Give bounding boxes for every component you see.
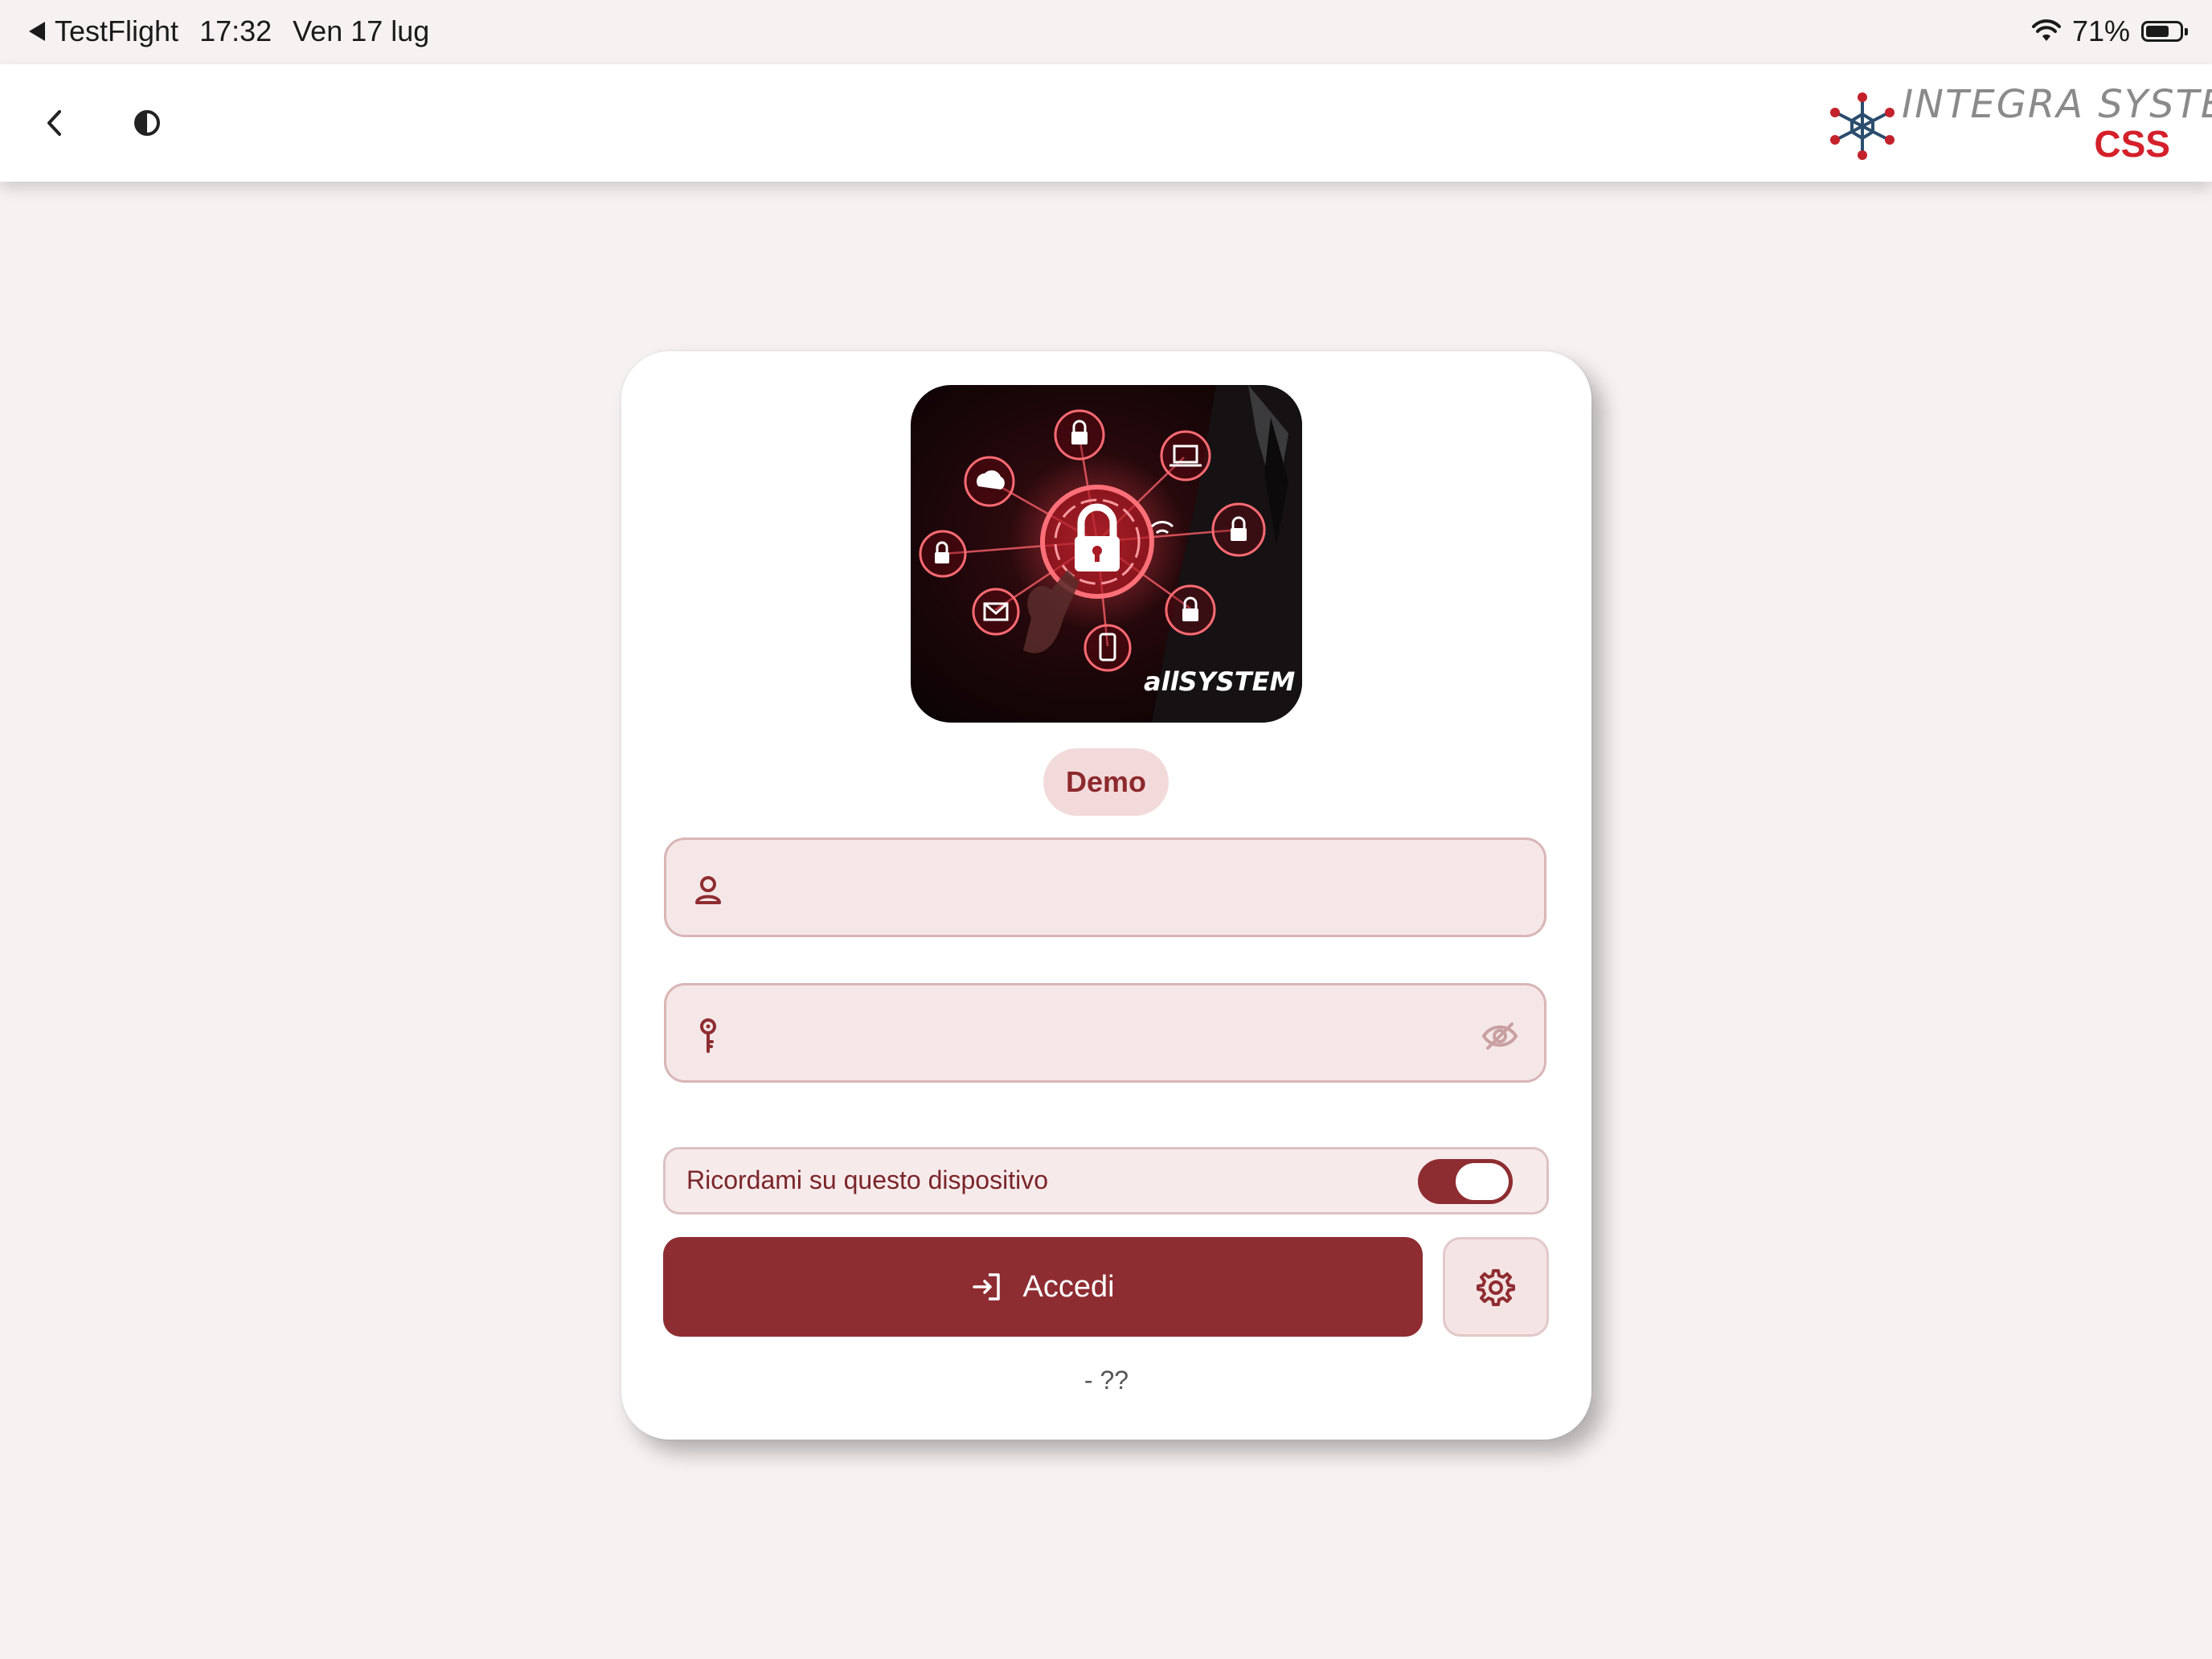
login-button[interactable]: Accedi — [663, 1237, 1423, 1337]
version-text: - ?? — [1083, 1366, 1129, 1395]
hero-brand-text: allSYSTEM — [1144, 666, 1295, 697]
app-bar: INTEGRA SYSTEM CSS — [0, 64, 2212, 182]
logo-text: INTEGRA SYSTEM — [1902, 82, 2212, 127]
gear-icon — [1477, 1269, 1515, 1306]
eye-off-icon[interactable] — [1480, 1016, 1520, 1056]
security-network-illustration: allSYSTEM — [919, 385, 1302, 723]
password-field[interactable] — [664, 983, 1546, 1083]
status-bar: TestFlight 17:32 Ven 17 lug 71% — [0, 0, 2212, 64]
user-icon — [695, 876, 721, 904]
remember-me-label: Ricordami su questo dispositivo — [686, 1165, 1048, 1194]
username-field[interactable] — [664, 838, 1546, 937]
login-button-label: Accedi — [1022, 1269, 1115, 1304]
status-left: TestFlight 17:32 Ven 17 lug — [29, 14, 429, 48]
battery-fill — [2146, 26, 2169, 37]
theme-toggle-button[interactable] — [117, 93, 177, 153]
username-input[interactable] — [740, 862, 1464, 916]
integra-system-logo: INTEGRA SYSTEM CSS — [1826, 79, 2212, 170]
remember-me-row[interactable]: Ricordami su questo dispositivo — [663, 1147, 1549, 1215]
battery-percent: 71% — [2071, 14, 2130, 47]
logo-css: CSS — [2094, 123, 2170, 165]
contrast-icon — [134, 110, 160, 136]
toggle-knob — [1456, 1163, 1509, 1200]
key-icon — [700, 1018, 716, 1053]
wifi-icon — [2031, 19, 2061, 41]
back-button[interactable] — [26, 93, 85, 153]
environment-badge: Demo — [1043, 748, 1169, 816]
login-card: allSYSTEM Demo Ricordami su questo dispo… — [621, 351, 1591, 1440]
battery-cap — [2185, 28, 2188, 35]
security-hero-image: allSYSTEM — [911, 385, 1302, 723]
status-time: 17:32 — [199, 14, 272, 47]
network-logo-icon — [1830, 92, 1895, 160]
battery-icon — [2141, 21, 2188, 42]
status-right: 71% — [2031, 14, 2188, 48]
password-input[interactable] — [740, 1008, 1464, 1061]
remember-me-toggle[interactable] — [1418, 1159, 1513, 1204]
status-date: Ven 17 lug — [293, 14, 430, 47]
chevron-left-icon — [47, 110, 61, 136]
settings-button[interactable] — [1443, 1237, 1549, 1337]
login-icon — [973, 1273, 1001, 1301]
back-to-app-icon[interactable] — [29, 22, 45, 41]
back-to-app-label[interactable]: TestFlight — [55, 14, 178, 48]
